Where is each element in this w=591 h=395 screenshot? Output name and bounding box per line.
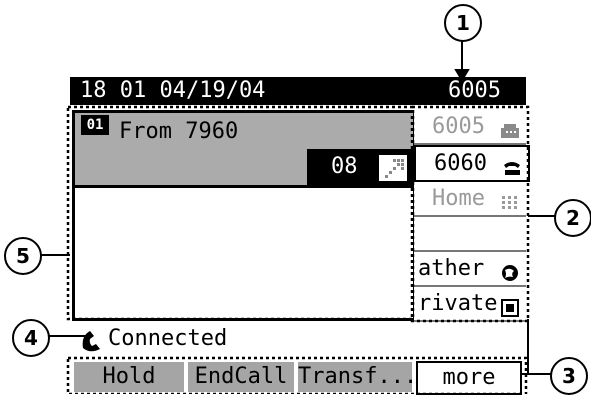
line-label: Home xyxy=(432,186,485,211)
header-bar: 18 01 04/19/04 6005 xyxy=(70,77,526,105)
status-line: Connected xyxy=(72,322,526,356)
call-state-icon xyxy=(379,155,407,181)
callout-1: 1 xyxy=(444,4,482,42)
line-label: 6060 xyxy=(434,151,487,176)
softkey-more[interactable]: more xyxy=(416,361,522,395)
callout-4: 4 xyxy=(12,319,50,357)
line-label: rivate xyxy=(418,291,498,316)
callout-3: 3 xyxy=(550,357,588,395)
line-label: 6005 xyxy=(432,114,485,139)
line-button-home[interactable]: Home xyxy=(414,182,526,217)
datetime-text: 18 01 04/19/04 xyxy=(80,78,266,103)
softkey-endcall[interactable]: EndCall xyxy=(188,362,294,392)
line-button-ather[interactable]: ather xyxy=(414,252,526,287)
handset-icon xyxy=(80,328,106,356)
globe-icon xyxy=(500,259,520,281)
callout-2: 2 xyxy=(554,199,591,237)
call-timer: 08 xyxy=(307,149,413,185)
active-call-header[interactable]: 01 From 7960 08 xyxy=(75,113,413,188)
keypad-icon xyxy=(500,189,520,209)
line-badge: 01 xyxy=(81,115,109,135)
callout-5: 5 xyxy=(4,237,42,275)
line-button-6060[interactable]: 6060 xyxy=(414,145,530,182)
primary-extension: 6005 xyxy=(448,78,501,103)
call-state-text: Connected xyxy=(108,326,228,351)
square-icon xyxy=(500,294,520,317)
softkey-transfer[interactable]: Transf... xyxy=(298,362,417,392)
desk-phone-icon xyxy=(500,117,520,138)
softkey-bar: Hold EndCall Transf... more xyxy=(72,361,522,395)
line-button-6005[interactable]: 6005 xyxy=(414,110,526,145)
softkey-hold[interactable]: Hold xyxy=(74,362,184,392)
call-activity-area: 01 From 7960 08 xyxy=(72,110,416,321)
handset-icon xyxy=(502,154,522,175)
line-label: ather xyxy=(418,256,485,281)
caller-text: From 7960 xyxy=(119,119,239,144)
call-timer-value: 08 xyxy=(331,154,358,179)
line-button-rivate[interactable]: rivate xyxy=(414,287,526,322)
line-button-empty[interactable] xyxy=(414,217,526,252)
